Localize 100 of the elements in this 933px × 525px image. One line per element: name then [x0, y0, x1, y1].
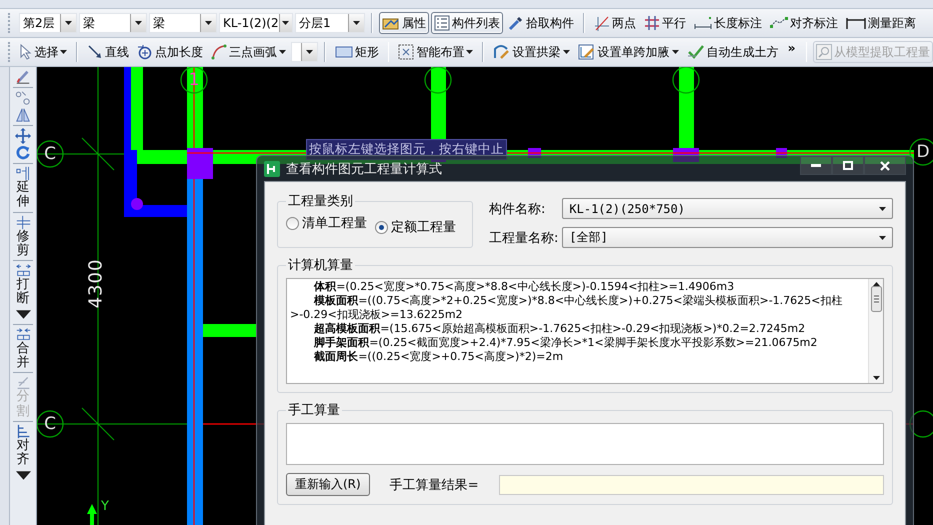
caret-icon — [282, 21, 290, 25]
group-title: 手工算量 — [287, 402, 341, 419]
dimension-icon — [694, 16, 712, 30]
field-label: 工程量名称: — [489, 230, 558, 246]
caret-icon — [466, 50, 474, 54]
result-field[interactable] — [498, 474, 884, 494]
tool-button[interactable] — [15, 145, 31, 161]
line-icon — [86, 44, 103, 60]
rectangle-icon — [334, 45, 353, 59]
formula-line: 截面周长=((0.25<宽度>+0.75<高度>)*2)=2m — [313, 350, 564, 364]
caret-icon — [306, 50, 314, 54]
y-axis-arrow — [87, 504, 97, 525]
caret-icon — [60, 50, 68, 54]
toolbar-button[interactable]: 选择 — [17, 41, 70, 63]
dimension-text: 4300 — [85, 258, 106, 308]
caret-icon — [879, 236, 886, 240]
caret-icon — [135, 21, 142, 25]
tool-button[interactable] — [15, 107, 31, 123]
close-icon — [880, 160, 890, 170]
folder-icon — [382, 16, 400, 30]
toolbar-button[interactable]: 属性 — [379, 12, 429, 34]
ruler-icon — [846, 16, 866, 30]
toolbar-button[interactable]: 矩形 — [332, 41, 382, 63]
axis-label: D — [916, 142, 930, 162]
dropdown-field[interactable]: KL-1(2)(2 — [219, 13, 293, 33]
break-line-icon — [16, 263, 30, 278]
dropdown-field[interactable]: 第2层 — [19, 13, 77, 33]
toolbar-button[interactable]: 自动生成土方 — [684, 41, 782, 63]
align-left-icon — [16, 424, 30, 439]
close-button[interactable] — [864, 156, 906, 175]
tool-button[interactable]: 合并 — [16, 326, 30, 370]
formula-line: 超高模板面积=(15.675<原始超高模板面积>-1.7625<扣柱>-0.29<扣现浇板>)*0.2=2.7245m2 — [313, 322, 806, 336]
group-title: 计算机算量 — [287, 257, 354, 274]
dropdown-field[interactable]: 梁 — [79, 13, 147, 33]
node-dot[interactable] — [131, 198, 143, 210]
tool-button[interactable]: 打断 — [16, 263, 30, 322]
overflow-button[interactable]: » — [784, 41, 800, 55]
component-dropdown[interactable]: KL-1(2)(250*750) — [562, 198, 893, 219]
toolbar-button[interactable]: 直线 — [84, 41, 132, 63]
eraser-icon — [15, 69, 31, 85]
crossed-lines-icon — [594, 15, 610, 31]
rotate-icon — [15, 145, 31, 161]
result-label: 手工算量结果= — [390, 476, 479, 494]
caret-icon — [672, 50, 679, 54]
toolbar-button[interactable]: 智能布置 — [395, 41, 476, 63]
parallel-lines-icon — [644, 15, 660, 31]
toolbar-button[interactable]: 设置拱梁 — [490, 41, 573, 63]
manual-input-field[interactable] — [286, 423, 884, 465]
tool-button[interactable]: 延伸 — [16, 166, 30, 210]
arch-pencil-icon — [492, 44, 511, 60]
toolbar-button[interactable]: 设置单跨加腋 — [574, 41, 682, 63]
extend-line-icon — [16, 166, 30, 181]
dotted-square-icon — [398, 44, 414, 60]
dropdown-field[interactable]: 分层1 — [295, 13, 365, 33]
dropdown-field[interactable]: 梁 — [149, 13, 217, 33]
tool-button[interactable] — [15, 128, 31, 144]
circles-icon — [15, 90, 31, 106]
caret-icon — [879, 206, 886, 210]
formula-line: 模板面积=((0.75<高度>*2+0.25<宽度>)*8.8<中心线长度>)+0.275<梁端头模板面积>-1.7625<扣柱>-0.29<扣现浇板>=13.6225m2 — [290, 294, 844, 322]
cursor-icon — [20, 44, 32, 60]
quantity-dropdown[interactable]: [全部] — [562, 227, 893, 248]
toolbar-button[interactable]: 测量距离 — [843, 12, 919, 34]
scroll-thumb[interactable] — [870, 286, 882, 312]
search-icon — [816, 44, 832, 60]
toolbar-button[interactable]: 平行 — [641, 12, 689, 34]
caret-icon — [65, 21, 72, 25]
radio-button[interactable] — [375, 220, 388, 234]
toolbar-button[interactable]: 对齐标注 — [767, 12, 841, 34]
radio-option[interactable]: 清单工程量 — [286, 214, 367, 232]
tool-button[interactable]: 修剪 — [16, 214, 30, 258]
checkmark-icon — [686, 44, 705, 60]
toolbar-button[interactable]: 长度标注 — [691, 12, 765, 34]
list-icon — [434, 15, 450, 31]
tool-button[interactable]: 对齐 — [16, 424, 30, 483]
dropdown-field[interactable] — [290, 42, 318, 62]
maximize-button[interactable] — [832, 156, 864, 175]
app-logo-icon — [264, 160, 280, 176]
toolbar-button[interactable]: 点加长度 — [134, 41, 206, 63]
caret-icon — [353, 21, 360, 25]
radio-button[interactable] — [286, 216, 299, 230]
scrollbar[interactable] — [868, 279, 883, 383]
tool-button[interactable] — [15, 69, 31, 85]
toolbar-button[interactable]: 两点 — [591, 12, 639, 34]
group-title: 工程量类别 — [287, 193, 354, 210]
caret-icon — [205, 21, 212, 25]
reset-button[interactable]: 重新输入(R) — [286, 473, 370, 496]
toolbar-button[interactable]: 构件列表 — [431, 12, 503, 34]
beam[interactable] — [124, 67, 187, 217]
toolbar-button[interactable]: 三点画弧 — [208, 41, 289, 63]
radio-option[interactable]: 定额工程量 — [375, 218, 456, 236]
minimize-icon — [811, 164, 821, 168]
formula-line: 体积=(0.25<宽度>*0.75<高度>*8.8<中心线长度>)-0.1594<扣柱>=1.4906m3 — [312, 280, 736, 294]
caret-icon — [278, 50, 286, 54]
minimize-button[interactable] — [800, 156, 832, 175]
axis-label: Y — [101, 499, 109, 514]
toolbar-button[interactable]: 拾取构件 — [505, 12, 577, 34]
maximize-icon — [843, 161, 853, 170]
caret-icon — [562, 50, 570, 54]
pencil-grid-icon — [16, 375, 30, 390]
mirror-icon — [15, 107, 31, 123]
